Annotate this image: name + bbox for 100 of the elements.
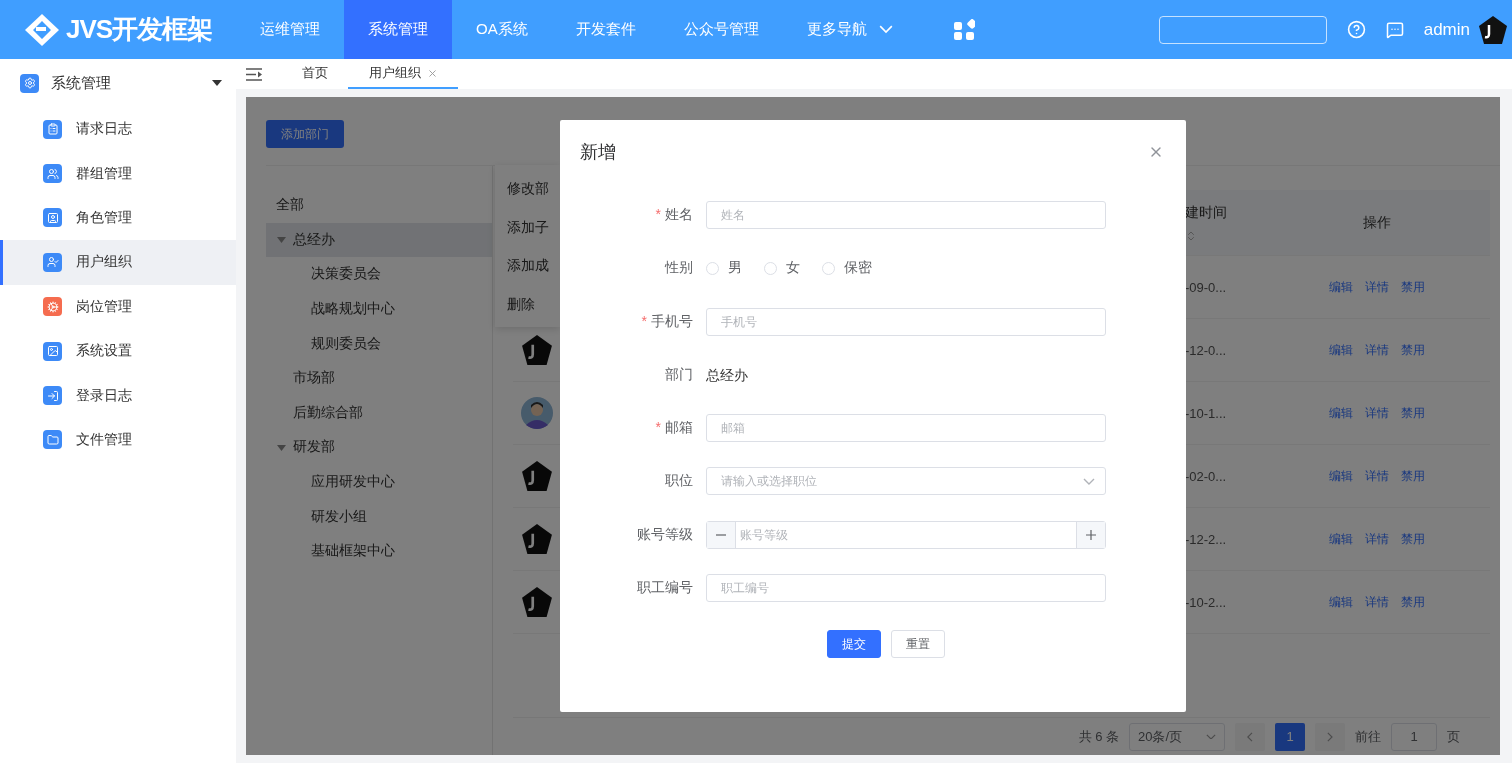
action-link[interactable]: 编辑: [1329, 341, 1353, 359]
tab[interactable]: 首页: [282, 59, 348, 89]
menu-item[interactable]: 添加成: [495, 246, 560, 285]
sidebar-item[interactable]: 请求日志: [0, 107, 236, 152]
text-field[interactable]: 邮箱: [706, 414, 1106, 443]
caret-icon[interactable]: [212, 78, 222, 88]
nav-item[interactable]: 系统管理: [344, 0, 452, 59]
action-link[interactable]: 编辑: [1329, 404, 1353, 422]
total-count: 共 6 条: [1078, 727, 1119, 746]
apps-icon[interactable]: [952, 18, 975, 41]
help-icon[interactable]: [1346, 20, 1366, 39]
field-label: * 邮箱: [654, 419, 693, 438]
action-link[interactable]: 详情: [1365, 593, 1389, 611]
page-button[interactable]: 1: [1275, 722, 1305, 751]
avatar-icon: [521, 334, 553, 366]
menu-item[interactable]: 修改部: [495, 169, 560, 208]
action-link[interactable]: 编辑: [1329, 467, 1353, 485]
menu-toggle-icon[interactable]: [246, 67, 262, 81]
radio-icon[interactable]: [706, 261, 719, 275]
submit-button[interactable]: 提交: [826, 630, 881, 659]
user-name[interactable]: admin: [1423, 19, 1470, 40]
tree-node[interactable]: 基础框架中心: [266, 533, 492, 569]
chevron-down-icon: [1206, 733, 1216, 740]
field-label: 性别: [663, 259, 693, 278]
increase-button[interactable]: [1077, 521, 1105, 548]
text-field[interactable]: 职工编号: [706, 574, 1106, 603]
tree-node[interactable]: 市场部: [266, 360, 492, 396]
sidebar-item[interactable]: 文件管理: [0, 417, 236, 463]
nav-item[interactable]: 公众号管理: [659, 0, 783, 59]
avatar-icon: [521, 397, 553, 429]
close-icon[interactable]: [426, 67, 438, 79]
sidebar-item[interactable]: 岗位管理: [0, 284, 236, 329]
tree-node[interactable]: 研发小组: [266, 499, 492, 534]
avatar-icon: [521, 586, 553, 618]
radio-icon[interactable]: [764, 261, 777, 275]
page-size-select[interactable]: 20条/页: [1129, 722, 1225, 751]
column-header: 操作: [1363, 213, 1391, 232]
field-label: 账号等级: [636, 525, 693, 544]
action-link[interactable]: 编辑: [1329, 593, 1353, 611]
radio-option[interactable]: 保密: [822, 259, 872, 278]
chevron-left-icon: [1247, 731, 1253, 742]
prev-page-button[interactable]: [1235, 722, 1265, 751]
message-icon[interactable]: [1385, 20, 1404, 39]
sidebar-item[interactable]: 登录日志: [0, 373, 236, 418]
action-link[interactable]: 禁用: [1401, 530, 1425, 548]
avatar-icon: [521, 523, 553, 555]
sidebar-item[interactable]: 群组管理: [0, 151, 236, 196]
nav-item[interactable]: 运维管理: [236, 0, 344, 59]
decrease-button[interactable]: [707, 521, 735, 548]
action-link[interactable]: 编辑: [1329, 278, 1353, 296]
avatar-icon: [1478, 14, 1508, 45]
sidebar-item[interactable]: 系统设置: [0, 328, 236, 374]
settings-icon: [20, 73, 39, 93]
nav-item[interactable]: 更多导航: [782, 0, 917, 59]
select-field[interactable]: 请输入或选择职位: [706, 467, 1106, 496]
sort-icon[interactable]: [1185, 229, 1197, 242]
action-link[interactable]: 详情: [1365, 278, 1389, 296]
tree-node[interactable]: 决策委员会: [266, 257, 492, 292]
sidebar-item[interactable]: 用户组织: [0, 240, 236, 285]
radio-icon[interactable]: [822, 261, 835, 275]
menu-item[interactable]: 添加子: [495, 207, 560, 246]
sidebar-item[interactable]: 角色管理: [0, 195, 236, 241]
action-link[interactable]: 详情: [1365, 530, 1389, 548]
action-link[interactable]: 编辑: [1329, 530, 1353, 548]
tree-node[interactable]: 应用研发中心: [266, 464, 492, 500]
add-department-button[interactable]: 添加部门: [266, 120, 344, 148]
number-field[interactable]: 账号等级: [706, 520, 1106, 549]
next-page-button[interactable]: [1315, 722, 1345, 751]
tab[interactable]: 用户组织: [348, 59, 458, 89]
radio-option[interactable]: 女: [764, 259, 800, 278]
nav-item[interactable]: OA系统: [452, 0, 552, 59]
search-field[interactable]: [1158, 15, 1327, 44]
action-link[interactable]: 禁用: [1401, 278, 1425, 296]
table-cell-text: -09-0...: [1185, 279, 1228, 295]
action-link[interactable]: 详情: [1365, 467, 1389, 485]
menu-item[interactable]: 删除: [495, 284, 560, 323]
table-cell-text: -12-2...: [1185, 531, 1228, 547]
field-label: 职工编号: [636, 579, 693, 598]
action-link[interactable]: 详情: [1365, 341, 1389, 359]
tree-node[interactable]: 研发部: [266, 430, 492, 465]
menu-group[interactable]: 系统管理: [0, 59, 236, 107]
action-link[interactable]: 禁用: [1401, 593, 1425, 611]
tree-node[interactable]: 总经办: [266, 222, 492, 258]
text-field[interactable]: 姓名: [706, 201, 1106, 229]
dialog-title: 新增: [580, 141, 616, 164]
nav-item[interactable]: 开发套件: [551, 0, 660, 59]
action-link[interactable]: 详情: [1365, 404, 1389, 422]
reset-button[interactable]: 重置: [890, 630, 945, 659]
radio-option[interactable]: 男: [706, 259, 742, 278]
field-label: * 姓名: [654, 206, 693, 224]
text-field[interactable]: 手机号: [706, 307, 1106, 336]
tree-node[interactable]: 战略规划中心: [266, 291, 492, 327]
tree-node[interactable]: 后勤综合部: [266, 395, 492, 431]
table-cell-text: -02-0...: [1185, 468, 1228, 484]
action-link[interactable]: 禁用: [1401, 404, 1425, 422]
action-link[interactable]: 禁用: [1401, 467, 1425, 485]
action-link[interactable]: 禁用: [1401, 341, 1425, 359]
page-field[interactable]: 1: [1391, 722, 1437, 751]
tree-node[interactable]: 规则委员会: [266, 326, 492, 361]
tree-node[interactable]: 全部: [266, 188, 492, 223]
